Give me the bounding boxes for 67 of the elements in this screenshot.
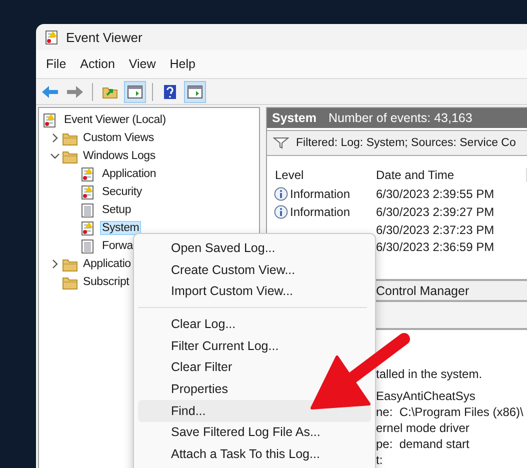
context-menu-item[interactable]: Save Filtered Log File As... (138, 422, 324, 444)
context-menu-item[interactable]: Clear Filter (138, 356, 236, 378)
column-header[interactable]: Date and Time (368, 168, 527, 182)
context-menu-item[interactable]: Import Custom View... (138, 280, 298, 302)
expand-chevron-icon[interactable] (50, 259, 58, 269)
tree-item[interactable]: Custom Views (81, 131, 156, 145)
tree-item[interactable]: Applicatio (81, 257, 133, 271)
context-menu-item[interactable]: Properties (138, 378, 232, 400)
log-warning-icon (43, 112, 57, 128)
log-warning-icon (81, 184, 95, 200)
log-name: System (272, 110, 316, 125)
detail-text: talled in the system. (376, 366, 482, 381)
detail-text: ernel mode driver (376, 420, 470, 435)
date-cell: 6/30/2023 2:36:59 PM (376, 240, 494, 254)
menu-item[interactable]: Action (73, 54, 122, 74)
collapse-chevron-icon[interactable] (50, 152, 60, 160)
context-menu-item[interactable]: Create Custom View... (138, 258, 300, 280)
info-icon (274, 187, 288, 202)
event-count: Number of events: 43,163 (328, 110, 472, 125)
date-cell: 6/30/2023 2:37:23 PM (376, 222, 494, 237)
forward-arrow-icon (66, 84, 84, 98)
pane-toggle-button[interactable] (124, 80, 146, 102)
detail-text: EasyAntiCheatSys (376, 388, 476, 403)
tree-item[interactable]: Subscript (81, 275, 132, 289)
tree-item[interactable]: System (100, 221, 142, 235)
menu-item[interactable]: View (122, 54, 163, 74)
back-arrow-icon (41, 84, 59, 98)
context-menu-item[interactable]: Open Saved Log... (138, 237, 280, 259)
window-title: Event Viewer (66, 30, 142, 44)
date-cell: 6/30/2023 2:39:55 PM (376, 187, 494, 202)
context-menu-item[interactable]: Clear Log... (138, 313, 240, 335)
column-header[interactable]: Level (267, 168, 368, 182)
filter-text: Filtered: Log: System; Sources: Service Co (296, 136, 516, 149)
tree-item[interactable]: Event Viewer (Local) (62, 113, 168, 127)
log-warning-icon (81, 166, 95, 182)
log-icon (81, 202, 95, 218)
tree-item[interactable]: Windows Logs (81, 149, 158, 163)
date-cell: 6/30/2023 2:39:27 PM (376, 204, 494, 219)
filter-icon (273, 136, 289, 149)
menu-item[interactable]: Help (162, 54, 202, 74)
level-cell: Information (290, 187, 350, 202)
tree-item[interactable]: Application (100, 167, 158, 181)
detail-text: ne: C:\Program Files (x86)\ (376, 404, 524, 419)
detail-text: pe: demand start (376, 436, 470, 451)
level-cell: Information (290, 204, 350, 219)
tree-item[interactable]: Security (100, 185, 144, 199)
context-menu-item[interactable]: Filter Current Log... (138, 334, 283, 356)
app-icon (45, 30, 59, 44)
expand-chevron-icon[interactable] (50, 133, 58, 143)
folder-icon (62, 148, 79, 164)
log-warning-icon (81, 220, 95, 236)
pane-icon (187, 84, 203, 98)
pane-icon (127, 84, 143, 98)
folder-icon (62, 256, 79, 272)
menu-item[interactable]: File (39, 54, 74, 74)
context-menu-item[interactable]: Attach a Task To this Log... (138, 443, 324, 465)
tree-item[interactable]: Setup (100, 203, 134, 217)
folder-icon (62, 274, 79, 290)
folder-icon (62, 130, 79, 146)
info-icon (274, 204, 288, 219)
detail-text: t: (376, 452, 383, 467)
help-icon (163, 84, 177, 100)
tree-item[interactable]: Forwa (100, 239, 135, 253)
pane-toggle-button[interactable] (184, 80, 206, 102)
source-text: Control Manager (376, 284, 470, 298)
log-icon (81, 238, 95, 254)
context-menu-item[interactable]: Find... (138, 400, 371, 422)
